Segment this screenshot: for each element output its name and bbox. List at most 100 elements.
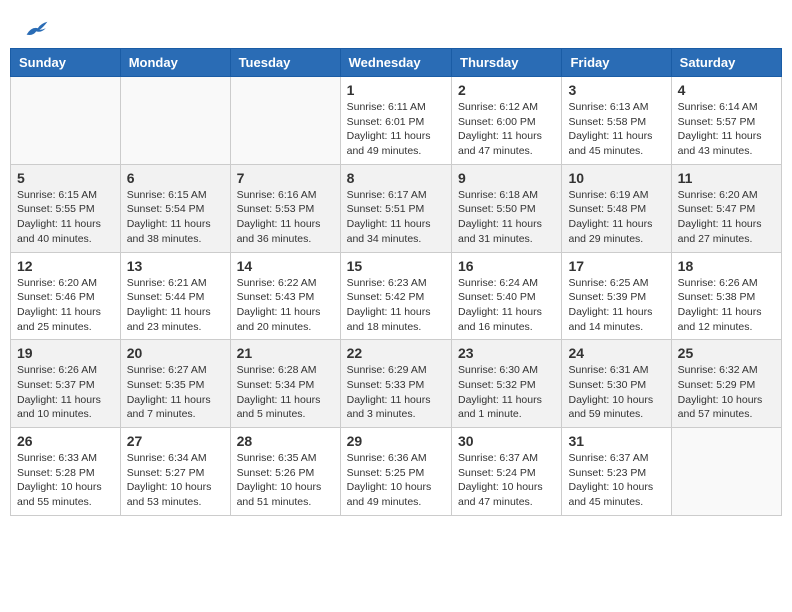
calendar-day-cell: 12 Sunrise: 6:20 AM Sunset: 5:46 PM Dayli… <box>11 252 121 340</box>
day-info: Sunrise: 6:34 AM Sunset: 5:27 PM Dayligh… <box>127 451 224 510</box>
day-info: Sunrise: 6:21 AM Sunset: 5:44 PM Dayligh… <box>127 276 224 335</box>
day-info: Sunrise: 6:17 AM Sunset: 5:51 PM Dayligh… <box>347 188 445 247</box>
calendar-header-thursday: Thursday <box>452 49 562 77</box>
day-number: 8 <box>347 170 445 186</box>
day-info: Sunrise: 6:25 AM Sunset: 5:39 PM Dayligh… <box>568 276 664 335</box>
day-info: Sunrise: 6:22 AM Sunset: 5:43 PM Dayligh… <box>237 276 334 335</box>
calendar-day-cell: 20 Sunrise: 6:27 AM Sunset: 5:35 PM Dayli… <box>120 340 230 428</box>
day-info: Sunrise: 6:23 AM Sunset: 5:42 PM Dayligh… <box>347 276 445 335</box>
day-info: Sunrise: 6:20 AM Sunset: 5:47 PM Dayligh… <box>678 188 775 247</box>
day-number: 31 <box>568 433 664 449</box>
calendar-day-cell: 27Sunrise: 6:34 AM Sunset: 5:27 PM Dayli… <box>120 428 230 516</box>
logo <box>25 20 53 38</box>
day-info: Sunrise: 6:37 AM Sunset: 5:23 PM Dayligh… <box>568 451 664 510</box>
calendar-header-friday: Friday <box>562 49 671 77</box>
day-number: 12 <box>17 258 114 274</box>
day-number: 19 <box>17 345 114 361</box>
calendar-day-cell: 3 Sunrise: 6:13 AM Sunset: 5:58 PM Daylig… <box>562 77 671 165</box>
day-number: 20 <box>127 345 224 361</box>
calendar-day-cell: 18 Sunrise: 6:26 AM Sunset: 5:38 PM Dayli… <box>671 252 781 340</box>
calendar-table: SundayMondayTuesdayWednesdayThursdayFrid… <box>10 48 782 516</box>
day-number: 15 <box>347 258 445 274</box>
calendar-day-cell: 31 Sunrise: 6:37 AM Sunset: 5:23 PM Dayli… <box>562 428 671 516</box>
calendar-day-cell <box>11 77 121 165</box>
calendar-day-cell: 13 Sunrise: 6:21 AM Sunset: 5:44 PM Dayli… <box>120 252 230 340</box>
calendar-day-cell: 25 Sunrise: 6:32 AM Sunset: 5:29 PM Dayli… <box>671 340 781 428</box>
calendar-day-cell: 16 Sunrise: 6:24 AM Sunset: 5:40 PM Dayli… <box>452 252 562 340</box>
calendar-day-cell: 15 Sunrise: 6:23 AM Sunset: 5:42 PM Dayli… <box>340 252 451 340</box>
calendar-day-cell: 6 Sunrise: 6:15 AM Sunset: 5:54 PM Daylig… <box>120 164 230 252</box>
day-info: Sunrise: 6:12 AM Sunset: 6:00 PM Dayligh… <box>458 100 555 159</box>
day-number: 3 <box>568 82 664 98</box>
day-info: Sunrise: 6:27 AM Sunset: 5:35 PM Dayligh… <box>127 363 224 422</box>
day-info: Sunrise: 6:32 AM Sunset: 5:29 PM Dayligh… <box>678 363 775 422</box>
day-number: 24 <box>568 345 664 361</box>
calendar-day-cell: 8 Sunrise: 6:17 AM Sunset: 5:51 PM Daylig… <box>340 164 451 252</box>
calendar-day-cell: 2 Sunrise: 6:12 AM Sunset: 6:00 PM Daylig… <box>452 77 562 165</box>
day-info: Sunrise: 6:15 AM Sunset: 5:55 PM Dayligh… <box>17 188 114 247</box>
logo-bird-icon <box>25 20 49 38</box>
calendar-day-cell: 30 Sunrise: 6:37 AM Sunset: 5:24 PM Dayli… <box>452 428 562 516</box>
day-number: 25 <box>678 345 775 361</box>
calendar-day-cell: 22 Sunrise: 6:29 AM Sunset: 5:33 PM Dayli… <box>340 340 451 428</box>
calendar-day-cell: 17 Sunrise: 6:25 AM Sunset: 5:39 PM Dayli… <box>562 252 671 340</box>
day-number: 16 <box>458 258 555 274</box>
day-number: 21 <box>237 345 334 361</box>
calendar-day-cell <box>671 428 781 516</box>
calendar-day-cell: 4 Sunrise: 6:14 AM Sunset: 5:57 PM Daylig… <box>671 77 781 165</box>
day-number: 14 <box>237 258 334 274</box>
day-number: 2 <box>458 82 555 98</box>
day-info: Sunrise: 6:15 AM Sunset: 5:54 PM Dayligh… <box>127 188 224 247</box>
day-number: 9 <box>458 170 555 186</box>
day-number: 6 <box>127 170 224 186</box>
calendar-week-row: 1 Sunrise: 6:11 AM Sunset: 6:01 PM Daylig… <box>11 77 782 165</box>
day-number: 29 <box>347 433 445 449</box>
day-number: 4 <box>678 82 775 98</box>
day-info: Sunrise: 6:26 AM Sunset: 5:38 PM Dayligh… <box>678 276 775 335</box>
calendar-day-cell: 28Sunrise: 6:35 AM Sunset: 5:26 PM Dayli… <box>230 428 340 516</box>
day-number: 10 <box>568 170 664 186</box>
day-info: Sunrise: 6:16 AM Sunset: 5:53 PM Dayligh… <box>237 188 334 247</box>
calendar-week-row: 26 Sunrise: 6:33 AM Sunset: 5:28 PM Dayli… <box>11 428 782 516</box>
day-number: 26 <box>17 433 114 449</box>
day-number: 30 <box>458 433 555 449</box>
day-info: Sunrise: 6:14 AM Sunset: 5:57 PM Dayligh… <box>678 100 775 159</box>
day-number: 7 <box>237 170 334 186</box>
day-info: Sunrise: 6:28 AM Sunset: 5:34 PM Dayligh… <box>237 363 334 422</box>
day-info: Sunrise: 6:29 AM Sunset: 5:33 PM Dayligh… <box>347 363 445 422</box>
calendar-day-cell: 21 Sunrise: 6:28 AM Sunset: 5:34 PM Dayli… <box>230 340 340 428</box>
calendar-header-sunday: Sunday <box>11 49 121 77</box>
day-info: Sunrise: 6:24 AM Sunset: 5:40 PM Dayligh… <box>458 276 555 335</box>
calendar-day-cell: 23Sunrise: 6:30 AM Sunset: 5:32 PM Dayli… <box>452 340 562 428</box>
day-number: 13 <box>127 258 224 274</box>
day-info: Sunrise: 6:33 AM Sunset: 5:28 PM Dayligh… <box>17 451 114 510</box>
calendar-header-monday: Monday <box>120 49 230 77</box>
day-number: 23 <box>458 345 555 361</box>
day-number: 1 <box>347 82 445 98</box>
calendar-header-saturday: Saturday <box>671 49 781 77</box>
calendar-day-cell: 19 Sunrise: 6:26 AM Sunset: 5:37 PM Dayli… <box>11 340 121 428</box>
day-info: Sunrise: 6:19 AM Sunset: 5:48 PM Dayligh… <box>568 188 664 247</box>
day-number: 18 <box>678 258 775 274</box>
day-info: Sunrise: 6:11 AM Sunset: 6:01 PM Dayligh… <box>347 100 445 159</box>
calendar-day-cell: 7 Sunrise: 6:16 AM Sunset: 5:53 PM Daylig… <box>230 164 340 252</box>
day-info: Sunrise: 6:37 AM Sunset: 5:24 PM Dayligh… <box>458 451 555 510</box>
calendar-day-cell: 26 Sunrise: 6:33 AM Sunset: 5:28 PM Dayli… <box>11 428 121 516</box>
calendar-day-cell: 9Sunrise: 6:18 AM Sunset: 5:50 PM Daylig… <box>452 164 562 252</box>
calendar-day-cell <box>230 77 340 165</box>
day-info: Sunrise: 6:20 AM Sunset: 5:46 PM Dayligh… <box>17 276 114 335</box>
calendar-day-cell <box>120 77 230 165</box>
calendar-day-cell: 5Sunrise: 6:15 AM Sunset: 5:55 PM Daylig… <box>11 164 121 252</box>
day-info: Sunrise: 6:13 AM Sunset: 5:58 PM Dayligh… <box>568 100 664 159</box>
calendar-day-cell: 14 Sunrise: 6:22 AM Sunset: 5:43 PM Dayli… <box>230 252 340 340</box>
day-info: Sunrise: 6:35 AM Sunset: 5:26 PM Dayligh… <box>237 451 334 510</box>
calendar-header-tuesday: Tuesday <box>230 49 340 77</box>
day-info: Sunrise: 6:26 AM Sunset: 5:37 PM Dayligh… <box>17 363 114 422</box>
calendar-day-cell: 1 Sunrise: 6:11 AM Sunset: 6:01 PM Daylig… <box>340 77 451 165</box>
day-number: 22 <box>347 345 445 361</box>
day-info: Sunrise: 6:31 AM Sunset: 5:30 PM Dayligh… <box>568 363 664 422</box>
page-header <box>10 10 782 43</box>
calendar-header-wednesday: Wednesday <box>340 49 451 77</box>
calendar-day-cell: 24 Sunrise: 6:31 AM Sunset: 5:30 PM Dayli… <box>562 340 671 428</box>
day-number: 17 <box>568 258 664 274</box>
